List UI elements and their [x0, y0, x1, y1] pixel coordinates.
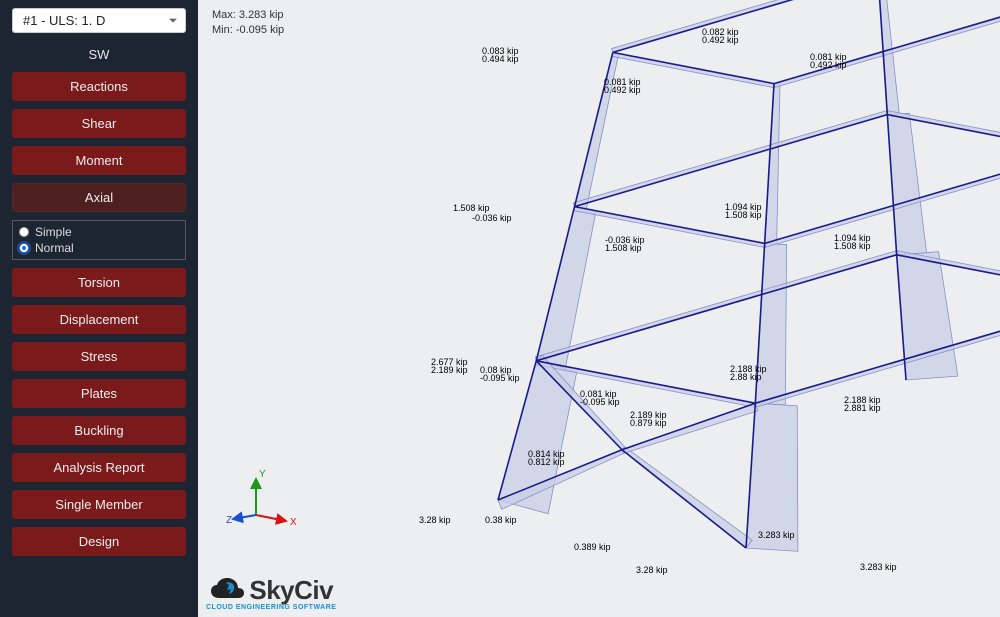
model-canvas: 0.083 kip0.494 kip0.082 kip0.492 kip0.08…	[198, 0, 1000, 617]
brand-tagline: CLOUD ENGINEERING SOFTWARE	[206, 604, 336, 611]
cloud-icon	[209, 576, 245, 606]
value-label: -0.095 kip	[480, 373, 520, 383]
axial-mode-simple-label: Simple	[35, 225, 72, 239]
value-label: 2.881 kip	[844, 403, 881, 413]
value-label: 0.492 kip	[810, 60, 847, 70]
buckling-button[interactable]: Buckling	[12, 416, 186, 445]
axial-mode-normal-label: Normal	[35, 241, 74, 255]
value-label: 0.492 kip	[702, 35, 739, 45]
analysis-report-button[interactable]: Analysis Report	[12, 453, 186, 482]
stress-button[interactable]: Stress	[12, 342, 186, 371]
axis-x-label: X	[290, 517, 296, 528]
sidebar: #1 - ULS: 1. D SW Reactions Shear Moment…	[0, 0, 198, 617]
value-label: 2.189 kip	[431, 365, 468, 375]
value-label: 3.28 kip	[636, 565, 668, 575]
value-label: -0.095 kip	[580, 397, 620, 407]
axial-mode-normal[interactable]: Normal	[19, 241, 179, 255]
displacement-button[interactable]: Displacement	[12, 305, 186, 334]
viewport-3d[interactable]: Max: 3.283 kip Min: -0.095 kip 0.083 kip…	[198, 0, 1000, 617]
value-label: 1.508 kip	[453, 203, 490, 213]
brand-logo: SkyCiv CLOUD ENGINEERING SOFTWARE	[206, 575, 336, 611]
plates-button[interactable]: Plates	[12, 379, 186, 408]
radio-icon	[19, 227, 29, 237]
value-label: 1.508 kip	[605, 243, 642, 253]
single-member-button[interactable]: Single Member	[12, 490, 186, 519]
shear-button[interactable]: Shear	[12, 109, 186, 138]
load-case-secondary: SW	[12, 47, 186, 62]
brand-name: SkyCiv	[249, 575, 333, 606]
value-label: 0.879 kip	[630, 418, 667, 428]
value-label: 1.508 kip	[834, 241, 871, 251]
value-label: 1.508 kip	[725, 210, 762, 220]
value-label: 0.389 kip	[574, 542, 611, 552]
load-case-dropdown[interactable]: #1 - ULS: 1. D	[12, 8, 186, 33]
value-label: 3.28 kip	[419, 515, 451, 525]
torsion-button[interactable]: Torsion	[12, 268, 186, 297]
axis-y-label: Y	[259, 469, 266, 480]
value-label: 3.283 kip	[758, 530, 795, 540]
value-label: 0.494 kip	[482, 54, 519, 64]
axial-button[interactable]: Axial	[12, 183, 186, 212]
value-label: 0.38 kip	[485, 515, 517, 525]
axis-z-label: Z	[226, 515, 232, 526]
value-label: 0.492 kip	[604, 85, 641, 95]
axis-z	[233, 515, 256, 519]
radio-icon	[19, 243, 29, 253]
axial-mode-group: Simple Normal	[12, 220, 186, 260]
value-label: 0.812 kip	[528, 457, 565, 467]
axes-triad: X Y Z	[226, 467, 296, 537]
moment-button[interactable]: Moment	[12, 146, 186, 175]
axial-mode-simple[interactable]: Simple	[19, 225, 179, 239]
reactions-button[interactable]: Reactions	[12, 72, 186, 101]
value-label: -0.036 kip	[472, 213, 512, 223]
axis-x	[256, 515, 286, 521]
value-label: 3.283 kip	[860, 562, 897, 572]
design-button[interactable]: Design	[12, 527, 186, 556]
value-label: 2.88 kip	[730, 372, 762, 382]
